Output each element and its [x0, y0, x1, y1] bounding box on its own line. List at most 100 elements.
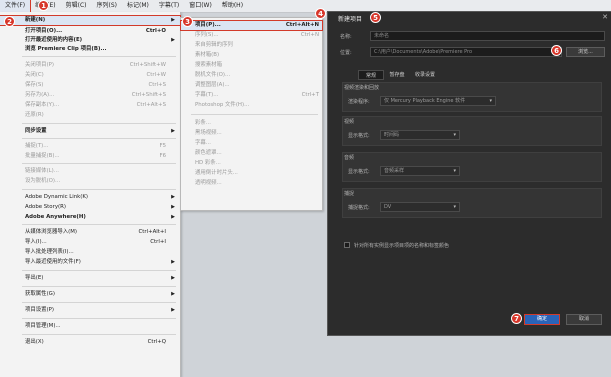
file-menu-item-import-batch-list[interactable]: 导入批处理列表(I)...: [0, 248, 180, 257]
video-display-format-dropdown[interactable]: 时间码 ▾: [380, 130, 460, 140]
capture-format-label: 捕捉格式:: [348, 205, 370, 211]
submenu-item-hd-bars[interactable]: HD 彩条...: [181, 159, 322, 168]
submenu-arrow-icon: ▶: [171, 275, 175, 281]
capture-format-value: DV: [384, 204, 392, 210]
cancel-button[interactable]: 取消: [566, 314, 602, 325]
file-menu-item-open-project[interactable]: 打开项目(O)... Ctrl+O: [0, 27, 180, 36]
submenu-item-label: 项目(P)...: [195, 22, 221, 28]
file-menu-item-save-as[interactable]: 另存为(A)... Ctrl+Shift+S: [0, 91, 180, 100]
menu-clip[interactable]: 剪辑(C): [61, 0, 92, 12]
file-menu-item-close-project[interactable]: 关闭项目(P) Ctrl+Shift+W: [0, 61, 180, 70]
file-menu-item-label: 关闭(C): [25, 72, 44, 78]
submenu-item-label: 通用倒计时片头...: [195, 170, 238, 176]
menu-divider: [191, 114, 318, 115]
file-menu-item-import-recent[interactable]: 导入最近使用的文件(F) ▶: [0, 258, 180, 267]
submenu-item-bars-tone[interactable]: 彩条...: [181, 119, 322, 128]
location-label: 位置:: [340, 50, 352, 56]
menu-file[interactable]: 文件(F): [0, 0, 32, 13]
submenu-item-label: 素材箱(B): [195, 52, 220, 58]
project-name-input[interactable]: 未命名: [370, 31, 605, 41]
file-menu-item-link-media[interactable]: 链接媒体(L)...: [0, 167, 180, 176]
file-menu-item-new[interactable]: 新建(N) ▶: [0, 15, 181, 26]
file-menu-item-close[interactable]: 关闭(C) Ctrl+W: [0, 71, 180, 80]
chevron-down-icon: ▾: [453, 204, 456, 210]
submenu-item-transparent-video[interactable]: 透明视频...: [181, 179, 322, 188]
renderer-dropdown[interactable]: 仅 Mercury Playback Engine 软件 ▾: [380, 96, 496, 106]
show-names-checkbox[interactable]: [344, 242, 350, 248]
file-menu-item-project-manager[interactable]: 项目管理(M)...: [0, 322, 180, 331]
tab-general-stub: [340, 70, 358, 80]
submenu-item-project[interactable]: 项目(P)... Ctrl+Alt+N: [180, 20, 323, 31]
file-menu-item-open-recent[interactable]: 打开最近使用的内容(E) ▶: [0, 36, 180, 45]
submenu-item-title[interactable]: 字幕(T)... Ctrl+T: [181, 91, 322, 100]
submenu-arrow-icon: ▶: [171, 291, 175, 297]
file-menu-item-get-properties[interactable]: 获取属性(G) ▶: [0, 290, 180, 299]
chevron-down-icon: ▾: [453, 168, 456, 174]
menu-marker[interactable]: 标记(M): [122, 0, 154, 12]
file-menu-item-capture[interactable]: 捕捉(T)... F5: [0, 142, 180, 151]
submenu-item-photoshop-file[interactable]: Photoshop 文件(H)...: [181, 101, 322, 110]
file-menu-item-make-offline[interactable]: 设为脱机(O)...: [0, 177, 180, 186]
file-menu-item-sync-settings[interactable]: 同步设置 ▶: [0, 127, 180, 136]
menu-window[interactable]: 窗口(W): [184, 0, 217, 12]
file-menu-item-save[interactable]: 保存(S) Ctrl+S: [0, 81, 180, 90]
file-menu-item-adobe-anywhere[interactable]: Adobe Anywhere(H) ▶: [0, 213, 180, 222]
renderer-label: 渲染程序:: [348, 99, 370, 105]
submenu-item-sequence[interactable]: 序列(S)... Ctrl+N: [181, 31, 322, 40]
menu-sequence[interactable]: 序列(S): [92, 0, 123, 12]
ok-button[interactable]: 确定: [524, 314, 560, 325]
file-menu-item-exit[interactable]: 退出(X) Ctrl+Q: [0, 338, 180, 347]
capture-format-dropdown[interactable]: DV ▾: [380, 202, 460, 212]
file-menu-item-label: 项目设置(P): [25, 307, 55, 313]
tab-ingest-settings[interactable]: 收录设置: [410, 70, 440, 80]
submenu-item-bin[interactable]: 素材箱(B): [181, 51, 322, 60]
file-menu-item-batch-capture[interactable]: 批量捕捉(B)... F6: [0, 152, 180, 161]
file-menu-item-save-copy[interactable]: 保存副本(Y)... Ctrl+Alt+S: [0, 101, 180, 110]
new-project-dialog: 新建项目 ✕ 名称: 未命名 位置: C:\用户\Documents\Adobe…: [327, 11, 611, 336]
submenu-item-label: HD 彩条...: [195, 160, 221, 166]
audio-section-label: 音频: [344, 155, 355, 161]
submenu-item-label: 字幕(T)...: [195, 92, 219, 98]
shortcut-label: Ctrl+S: [148, 82, 166, 88]
audio-display-format-dropdown[interactable]: 音频采样 ▾: [380, 166, 460, 176]
shortcut-label: Ctrl+Alt+I: [138, 229, 166, 235]
file-menu-item-label: 关闭项目(P): [25, 62, 55, 68]
file-menu-item-label: 获取属性(G): [25, 291, 55, 297]
file-menu-item-dynamic-link[interactable]: Adobe Dynamic Link(K) ▶: [0, 193, 180, 202]
file-menu-item-import-from-browser[interactable]: 从媒体浏览器导入(M) Ctrl+Alt+I: [0, 228, 180, 237]
shortcut-label: Ctrl+Q: [147, 339, 166, 345]
submenu-item-label: 序列(S)...: [195, 32, 219, 38]
file-menu-item-export[interactable]: 导出(E) ▶: [0, 274, 180, 283]
menu-help[interactable]: 帮助(H): [217, 0, 248, 12]
file-menu-item-revert[interactable]: 还原(R): [0, 111, 180, 120]
submenu-item-search-bin[interactable]: 搜索素材箱: [181, 61, 322, 70]
submenu-item-captions[interactable]: 字幕...: [181, 139, 322, 148]
submenu-item-countdown[interactable]: 通用倒计时片头...: [181, 169, 322, 178]
file-menu-item-label: 另存为(A)...: [25, 92, 55, 98]
tab-scratch-disks[interactable]: 暂存盘: [384, 70, 410, 80]
file-menu-item-import[interactable]: 导入(I)... Ctrl+I: [0, 238, 180, 247]
shortcut-label: Ctrl+Shift+S: [131, 92, 166, 98]
submenu-item-offline-file[interactable]: 脱机文件(O)...: [181, 71, 322, 80]
close-icon[interactable]: ✕: [602, 13, 608, 21]
file-menu-item-browse-clip[interactable]: 浏览 Premiere Clip 项目(B)...: [0, 45, 180, 54]
submenu-item-color-matte[interactable]: 颜色遮罩...: [181, 149, 322, 158]
submenu-item-sequence-from-clip[interactable]: 来自剪辑的序列: [181, 41, 322, 50]
shortcut-label: Ctrl+I: [150, 239, 166, 245]
project-location-input[interactable]: C:\用户\Documents\Adobe\Premiere Pro: [370, 47, 562, 57]
submenu-arrow-icon: ▶: [171, 259, 175, 265]
file-menu-item-adobe-story[interactable]: Adobe Story(R) ▶: [0, 203, 180, 212]
name-label: 名称:: [340, 34, 352, 40]
file-menu-item-label: 从媒体浏览器导入(M): [25, 229, 77, 235]
browse-button[interactable]: 浏览...: [566, 47, 605, 57]
menu-divider: [22, 189, 176, 190]
shortcut-label: Ctrl+Alt+N: [285, 22, 319, 28]
file-menu-item-label: Adobe Anywhere(H): [25, 214, 86, 220]
tab-general[interactable]: 常规: [358, 70, 384, 80]
menu-title[interactable]: 字幕(T): [154, 0, 184, 12]
file-menu-item-project-settings[interactable]: 项目设置(P) ▶: [0, 306, 180, 315]
submenu-item-adjustment-layer[interactable]: 调整图层(A)...: [181, 81, 322, 90]
submenu-item-label: 字幕...: [195, 140, 211, 146]
submenu-arrow-icon: ▶: [171, 128, 175, 134]
submenu-item-black-video[interactable]: 黑场视频...: [181, 129, 322, 138]
